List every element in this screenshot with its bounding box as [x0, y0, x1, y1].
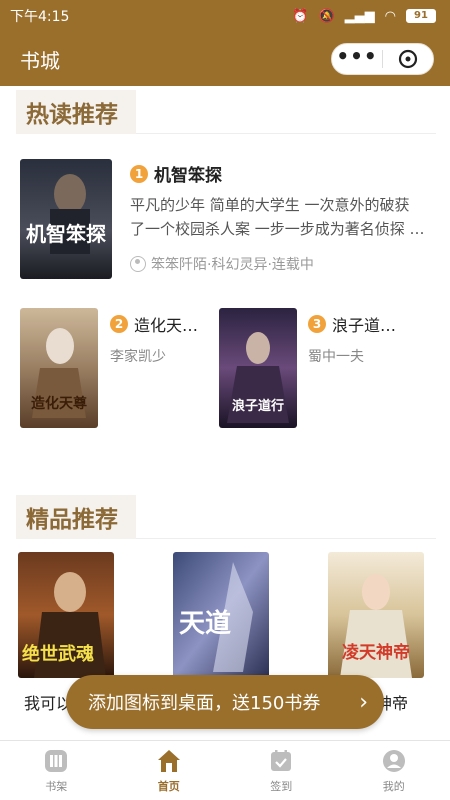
featured-book-title-text: 机智笨探	[154, 166, 222, 186]
author-icon	[130, 256, 146, 272]
featured-book-meta-text: 笨笨阡陌·科幻灵异·连载中	[151, 257, 314, 273]
chevron-right-icon: ›	[359, 689, 368, 715]
premium-section-title: 精品推荐	[16, 495, 136, 539]
tab-profile-label: 我的	[382, 779, 405, 793]
book-3-title[interactable]: 3 浪子道…	[308, 312, 396, 336]
svg-text:浪子道行: 浪子道行	[232, 398, 284, 414]
tab-bookshelf-label: 书架	[45, 779, 68, 793]
rank-badge: 1	[130, 164, 148, 183]
tab-bookshelf[interactable]: 书架	[0, 741, 113, 800]
svg-text:造化天尊: 造化天尊	[31, 395, 87, 412]
svg-text:绝世武魂: 绝世武魂	[22, 643, 94, 665]
status-icons: ⏰ 🔕 ▂▄▆ ◠ 91	[292, 9, 436, 24]
svg-text:天道: 天道	[179, 608, 231, 639]
cover-image: 天道	[173, 552, 269, 678]
page-title: 书城	[20, 48, 60, 73]
featured-book-title[interactable]: 1 机智笨探	[130, 161, 222, 186]
tab-profile[interactable]: 我的	[338, 741, 450, 800]
featured-book-description: 平凡的少年 简单的大学生 一次意外的破获 了一个校园杀人案 一步一步成为著名侦探…	[130, 193, 430, 241]
description-line-2: 了一个校园杀人案 一步一步成为著名侦探 …	[130, 220, 425, 238]
featured-book-cover[interactable]: 机智笨探	[20, 159, 112, 279]
premium-book-1-cover[interactable]: 绝世武魂	[18, 552, 114, 678]
description-line-1: 平凡的少年 简单的大学生 一次意外的破获	[130, 196, 410, 214]
cover-image: 凌天神帝	[328, 552, 424, 678]
alarm-icon: ⏰	[292, 8, 309, 24]
nav-bar: 书城 •••	[0, 32, 450, 86]
svg-text:机智笨探: 机智笨探	[26, 222, 106, 246]
rank-badge: 2	[110, 315, 128, 333]
wifi-icon: ◠	[384, 8, 396, 24]
banner-text: 添加图标到桌面，送150书券	[88, 693, 321, 714]
tab-checkin[interactable]: 签到	[225, 741, 338, 800]
cover-image: 机智笨探	[20, 159, 112, 279]
featured-book-meta: 笨笨阡陌·科幻灵异·连载中	[130, 254, 314, 274]
battery-icon: 91	[406, 9, 436, 23]
premium-book-1-title[interactable]: 我可以	[24, 690, 72, 714]
signal-icon: ▂▄▆	[344, 8, 375, 24]
more-icon: •••	[336, 44, 378, 68]
mini-program-capsule: •••	[331, 43, 434, 75]
premium-section-header: 精品推荐	[16, 495, 436, 539]
cover-image: 浪子道行	[219, 308, 297, 428]
close-icon	[398, 49, 418, 69]
more-button[interactable]: •••	[332, 44, 382, 74]
status-time: 下午4:15	[10, 9, 70, 25]
cover-image: 造化天尊	[20, 308, 98, 428]
tab-checkin-label: 签到	[270, 779, 293, 793]
user-icon	[382, 749, 405, 772]
add-to-desktop-banner[interactable]: 添加图标到桌面，送150书券 ›	[66, 675, 384, 729]
mute-icon: 🔕	[318, 8, 335, 24]
tab-home-label: 首页	[157, 779, 180, 793]
rank-badge: 3	[308, 315, 326, 333]
status-bar: 下午4:15 ⏰ 🔕 ▂▄▆ ◠ 91	[0, 0, 450, 32]
book-2-title[interactable]: 2 造化天…	[110, 312, 198, 336]
hot-section-header: 热读推荐	[16, 90, 436, 134]
tab-home[interactable]: 首页	[113, 741, 226, 800]
book-3-cover[interactable]: 浪子道行	[219, 308, 297, 428]
premium-book-3-cover[interactable]: 凌天神帝	[328, 552, 424, 678]
book-3-title-text: 浪子道…	[332, 316, 397, 335]
hot-section-title: 热读推荐	[16, 90, 136, 134]
book-3-author: 蜀中一夫	[308, 349, 364, 365]
home-icon	[157, 749, 180, 772]
svg-text:凌天神帝: 凌天神帝	[342, 642, 410, 663]
book-2-title-text: 造化天…	[134, 316, 199, 335]
premium-book-2-cover[interactable]: 天道	[173, 552, 269, 678]
cover-image: 绝世武魂	[18, 552, 114, 678]
tab-bar: 书架 首页 签到 我的	[0, 740, 450, 800]
book-2-author: 李家凯少	[110, 349, 166, 365]
calendar-icon	[271, 749, 292, 771]
close-button[interactable]	[383, 44, 433, 74]
book-2-cover[interactable]: 造化天尊	[20, 308, 98, 428]
bookshelf-icon	[45, 749, 68, 772]
